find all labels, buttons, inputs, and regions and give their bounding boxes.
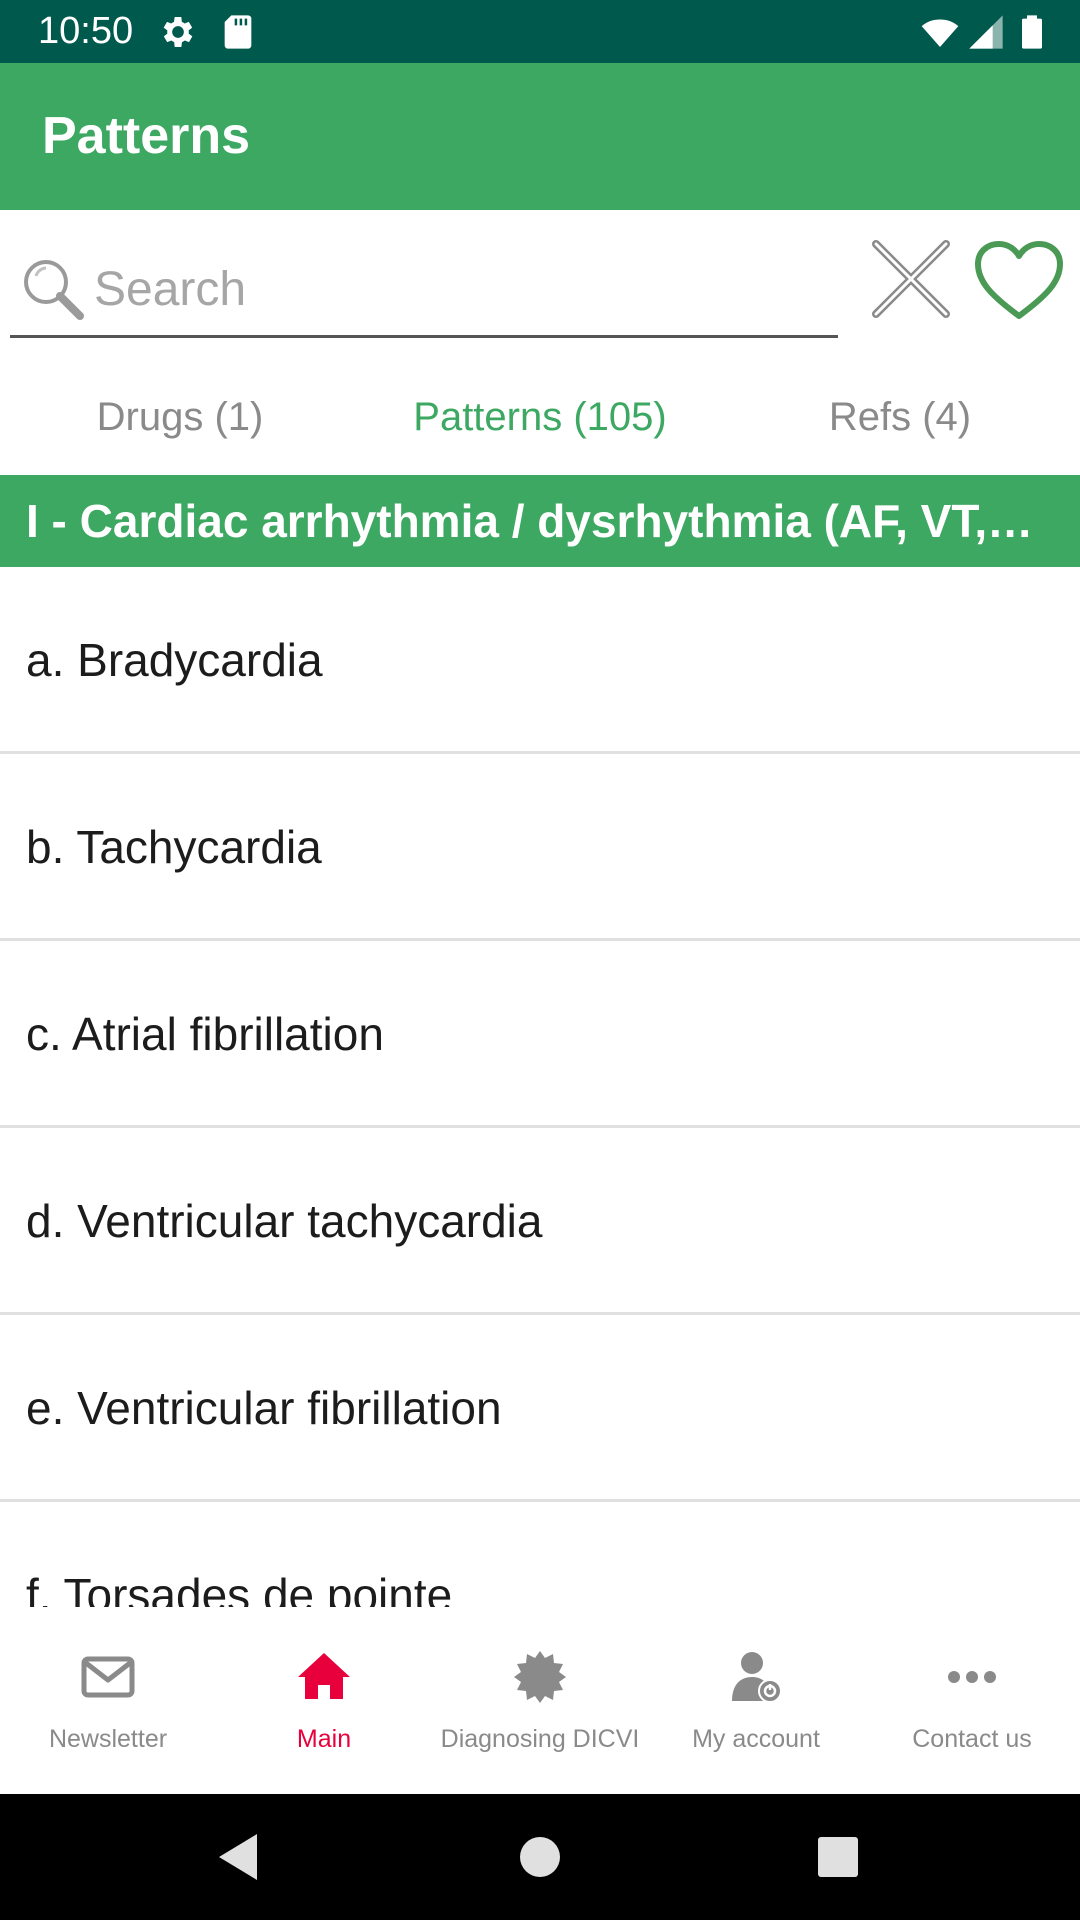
nav-diagnosing-dicvi[interactable]: Diagnosing DICVI xyxy=(432,1607,648,1794)
list-item-label: a. Bradycardia xyxy=(26,634,323,686)
nav-main[interactable]: Main xyxy=(216,1607,432,1794)
more-dots-icon xyxy=(948,1671,996,1683)
search-field[interactable] xyxy=(10,240,838,338)
cell-signal-icon xyxy=(969,15,1003,49)
nav-newsletter[interactable]: Newsletter xyxy=(0,1607,216,1794)
user-settings-icon xyxy=(732,1652,782,1703)
tab-drugs[interactable]: Drugs (1) xyxy=(0,360,360,475)
heart-icon[interactable] xyxy=(972,238,1066,324)
nav-label: Contact us xyxy=(912,1725,1032,1753)
sd-card-icon xyxy=(224,15,252,49)
list-item[interactable]: c. Atrial fibrillation xyxy=(0,941,1080,1128)
nav-label: Diagnosing DICVI xyxy=(440,1725,640,1753)
status-time: 10:50 xyxy=(38,10,134,52)
badge-icon xyxy=(514,1651,566,1703)
recents-square-icon[interactable] xyxy=(805,1824,871,1890)
pattern-list[interactable]: a. Bradycardia b. Tachycardia c. Atrial … xyxy=(0,567,1080,1607)
wifi-icon xyxy=(921,19,959,47)
list-item[interactable]: f. Torsades de pointe xyxy=(0,1502,1080,1607)
list-item[interactable]: a. Bradycardia xyxy=(0,567,1080,754)
nav-label: Main xyxy=(296,1725,352,1753)
app-bar: Patterns xyxy=(0,63,1080,210)
list-item[interactable]: e. Ventricular fibrillation xyxy=(0,1315,1080,1502)
list-item[interactable]: b. Tachycardia xyxy=(0,754,1080,941)
system-navigation-bar xyxy=(0,1794,1080,1920)
nav-my-account[interactable]: My account xyxy=(648,1607,864,1794)
search-input[interactable] xyxy=(94,250,814,328)
bottom-navigation: Newsletter Main Diagnosing DICVI My acco… xyxy=(0,1607,1080,1794)
list-item[interactable]: d. Ventricular tachycardia xyxy=(0,1128,1080,1315)
home-circle-icon[interactable] xyxy=(507,1824,573,1890)
tab-patterns[interactable]: Patterns (105) xyxy=(360,360,720,475)
section-header[interactable]: I - Cardiac arrhythmia / dysrhythmia (AF… xyxy=(0,475,1080,567)
envelope-icon xyxy=(81,1656,135,1698)
close-icon[interactable] xyxy=(868,236,954,322)
nav-contact-us[interactable]: Contact us xyxy=(864,1607,1080,1794)
status-bar: 10:50 xyxy=(0,0,1080,63)
list-item-label: f. Torsades de pointe xyxy=(26,1569,453,1607)
nav-label: My account xyxy=(692,1725,820,1753)
home-icon xyxy=(298,1653,350,1699)
gear-icon xyxy=(163,17,193,47)
list-item-label: b. Tachycardia xyxy=(26,821,322,873)
nav-label: Newsletter xyxy=(48,1725,168,1753)
list-item-label: c. Atrial fibrillation xyxy=(26,1008,384,1060)
search-row xyxy=(0,210,1080,360)
tab-refs[interactable]: Refs (4) xyxy=(720,360,1080,475)
page-title: Patterns xyxy=(42,107,251,165)
list-item-label: e. Ventricular fibrillation xyxy=(26,1382,502,1434)
search-icon xyxy=(24,260,84,320)
back-icon[interactable] xyxy=(205,1824,271,1890)
tab-bar: Drugs (1) Patterns (105) Refs (4) xyxy=(0,360,1080,475)
battery-icon xyxy=(1022,15,1042,49)
list-item-label: d. Ventricular tachycardia xyxy=(26,1195,543,1247)
